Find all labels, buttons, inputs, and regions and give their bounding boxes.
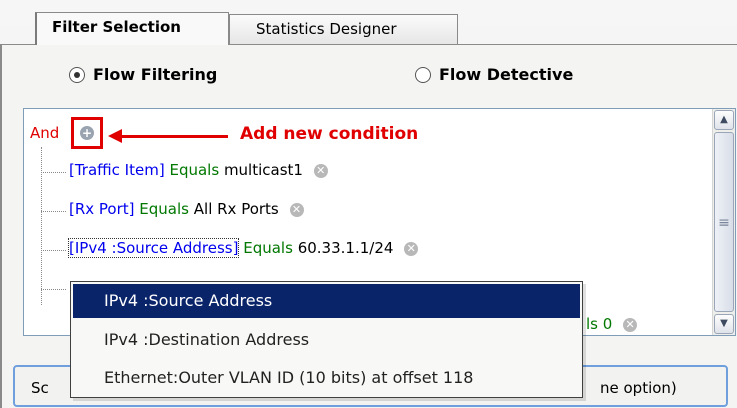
condition-operator[interactable]: Equals [139, 200, 189, 218]
condition-operator[interactable]: Equals [169, 161, 219, 179]
add-condition-highlight[interactable]: + [71, 117, 103, 149]
plus-circle-icon[interactable]: + [80, 126, 94, 140]
radio-checked-icon [69, 66, 85, 83]
scroll-down-button[interactable]: ▼ [714, 314, 734, 334]
condition-field[interactable]: [Rx Port] [69, 200, 135, 218]
annotation-arrow-line [120, 135, 228, 138]
tree-connector [41, 211, 66, 212]
condition-value[interactable]: 60.33.1.1/24 [298, 239, 394, 257]
tree-connector [41, 147, 42, 305]
tree-scrollbar[interactable]: ▲ ≡ ▼ [712, 109, 735, 335]
remove-condition-icon[interactable]: ✕ [313, 163, 328, 178]
condition-row[interactable]: [IPv4 :Source Address] Equals 60.33.1.1/… [67, 238, 419, 258]
annotation-label: Add new condition [240, 124, 419, 144]
dropdown-option[interactable]: Ethernet:Outer VLAN ID (10 bits) at offs… [73, 361, 580, 395]
condition-operator[interactable]: Equals [243, 239, 293, 257]
condition-row[interactable]: [Traffic Item] Equals multicast1 ✕ [69, 161, 328, 179]
remove-condition-icon[interactable]: ✕ [289, 202, 304, 217]
condition-value-partial: ls 0 [586, 315, 613, 333]
remove-condition-icon[interactable]: ✕ [623, 317, 638, 332]
scroll-thumb[interactable]: ≡ [714, 132, 734, 312]
remove-condition-icon[interactable]: ✕ [404, 241, 419, 256]
condition-row-partial[interactable]: ls 0 ✕ [586, 315, 638, 333]
tab-filter-selection-label: Filter Selection [52, 18, 181, 36]
field-dropdown[interactable]: IPv4 :Source Address IPv4 :Destination A… [70, 281, 583, 398]
radio-flow-filtering-label: Flow Filtering [93, 65, 218, 84]
scroll-up-button[interactable]: ▲ [714, 110, 734, 130]
tab-filter-selection[interactable]: Filter Selection [35, 12, 229, 45]
radio-flow-filtering[interactable]: Flow Filtering [69, 65, 217, 84]
radio-flow-detective[interactable]: Flow Detective [415, 65, 573, 84]
condition-value[interactable]: All Rx Ports [194, 200, 279, 218]
bottom-hint-right-text: ne option) [600, 379, 677, 397]
dropdown-option[interactable]: IPv4 :Destination Address [73, 323, 580, 357]
radio-flow-detective-label: Flow Detective [439, 65, 574, 84]
condition-field-focused[interactable]: [IPv4 :Source Address] [67, 238, 240, 258]
tab-statistics-designer[interactable]: Statistics Designer [229, 14, 458, 44]
radio-unchecked-icon [415, 66, 431, 83]
tree-connector [41, 172, 66, 173]
tab-statistics-designer-label: Statistics Designer [256, 20, 397, 38]
tree-connector [41, 289, 66, 290]
condition-field[interactable]: [Traffic Item] [69, 161, 165, 179]
tree-connector [41, 250, 66, 251]
bottom-hint-left-text: Sc [31, 379, 49, 397]
dropdown-option-selected[interactable]: IPv4 :Source Address [73, 284, 580, 318]
condition-row[interactable]: [Rx Port] Equals All Rx Ports ✕ [69, 200, 304, 218]
condition-value[interactable]: multicast1 [224, 161, 303, 179]
filter-window: Filter Selection Statistics Designer Flo… [0, 0, 737, 408]
tree-root-and[interactable]: And [30, 124, 59, 142]
